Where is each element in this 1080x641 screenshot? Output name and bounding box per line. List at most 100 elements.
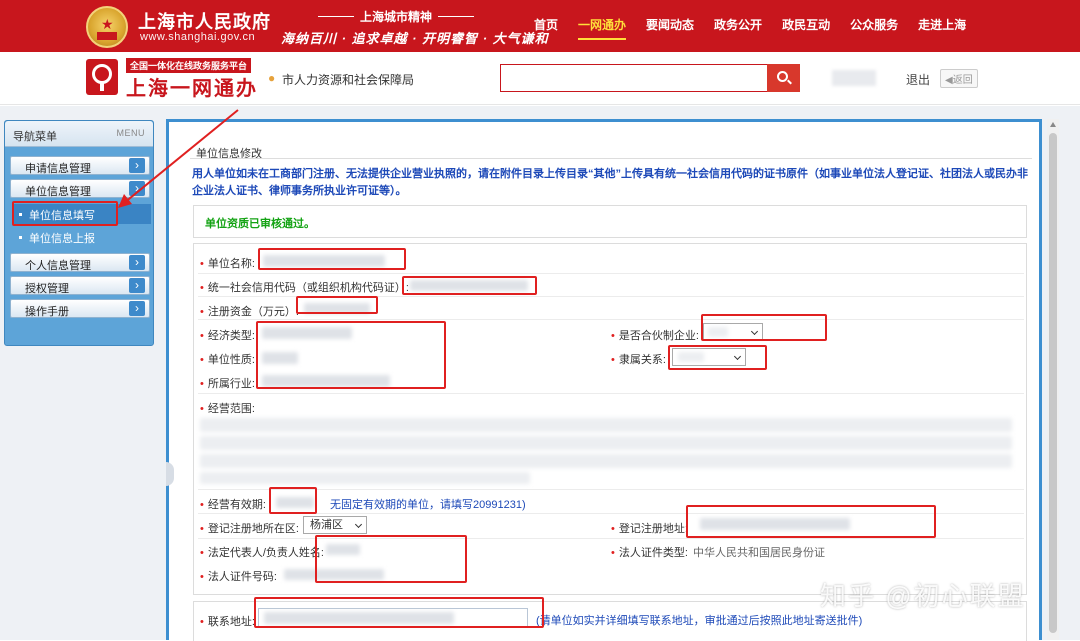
chevron-down-icon	[354, 520, 363, 529]
logout-link[interactable]: 退出	[906, 71, 930, 88]
reg-district-label: • 登记注册地所在区:	[200, 523, 299, 535]
government-emblem-icon: ★	[86, 6, 128, 48]
search-button[interactable]	[767, 64, 800, 92]
annotation-box	[12, 201, 118, 226]
select-value: 杨浦区	[310, 519, 343, 531]
business-scope-redacted	[200, 454, 1012, 468]
annotation-arrow	[118, 109, 239, 208]
valid-period-hint: 无固定有效期的单位，请填写20991231)	[330, 499, 526, 511]
ywtb-logo-icon[interactable]	[86, 59, 118, 95]
annotation-box	[668, 345, 767, 370]
scrollbar-thumb[interactable]	[1049, 133, 1057, 633]
platform-tagline: 全国一体化在线政务服务平台	[126, 58, 252, 73]
annotation-arrow-line	[123, 109, 239, 204]
sidebar-item-label: 申请信息管理	[25, 163, 91, 175]
label-text: 联系地址:	[207, 616, 255, 628]
brand-name[interactable]: 上海一网通办	[126, 72, 258, 101]
sidebar-item-personal-mgmt[interactable]: 个人信息管理 ›	[10, 253, 150, 272]
sidebar-item-label: 授权管理	[25, 283, 69, 295]
row-divider	[198, 393, 1024, 394]
section-divider	[190, 158, 1032, 159]
unit-nature-label: • 单位性质:	[200, 354, 255, 366]
reg-address-label: • 登记注册地址:	[611, 523, 688, 535]
sidebar-title: 导航菜单	[13, 131, 57, 143]
annotation-arrow-head	[118, 194, 132, 208]
annotation-box	[686, 505, 936, 538]
label-text: 法人证件类型:	[618, 547, 688, 559]
label-text: 经营范围:	[207, 403, 255, 415]
chevron-right-icon: ›	[129, 301, 145, 316]
partnership-label: • 是否合伙制企业:	[611, 330, 699, 342]
sidebar-subitem-unit-report[interactable]: 单位信息上报	[13, 227, 151, 247]
bullet-icon	[19, 236, 22, 239]
nav-item-interaction[interactable]: 政民互动	[772, 0, 840, 52]
row-divider	[198, 273, 1024, 274]
user-name-redacted	[832, 70, 876, 86]
label-text: 经营有效期:	[207, 499, 266, 511]
nav-item-public-service[interactable]: 公众服务	[840, 0, 908, 52]
chevron-right-icon: ›	[129, 255, 145, 270]
annotation-box	[315, 535, 467, 583]
nav-item-about-shanghai[interactable]: 走进上海	[908, 0, 976, 52]
business-scope-redacted[interactable]	[200, 418, 1012, 432]
city-spirit-slogan: 海纳百川 · 追求卓越 · 开明睿智 · 大气谦和	[281, 31, 549, 46]
row-divider	[198, 489, 1024, 490]
sidebar-item-label: 个人信息管理	[25, 260, 91, 272]
back-arrow-icon: ◀	[945, 75, 953, 86]
upload-notice: 用人单位如未在工商部门注册、无法提供企业营业执照的，请在附件目录上传目录“其他”…	[192, 168, 1028, 197]
top-nav: 首页 一网通办 要闻动态 政务公开 政民互动 公众服务 走进上海	[524, 0, 976, 52]
annotation-box	[269, 487, 317, 514]
label-text: 单位名称:	[207, 258, 255, 270]
nav-item-ywtb[interactable]: 一网通办	[568, 0, 636, 52]
legal-rep-label: • 法定代表人/负责人姓名:	[200, 547, 324, 559]
back-label: 返回	[952, 75, 973, 86]
business-scope-label: • 经营范围:	[200, 403, 255, 415]
business-scope-redacted	[200, 436, 1012, 450]
contact-address-hint: (请单位如实并详细填写联系地址，审批通过后按照此地址寄送批件)	[536, 615, 863, 627]
sidebar-item-label: 单位信息上报	[29, 233, 95, 245]
label-text: 法定代表人/负责人姓名:	[207, 547, 324, 559]
label-text: 登记注册地址:	[618, 523, 688, 535]
label-text: 隶属关系:	[618, 354, 666, 366]
nav-item-gov-open[interactable]: 政务公开	[704, 0, 772, 52]
sub-header: 全国一体化在线政务服务平台 上海一网通办 ● 市人力资源和社会保障局 退出 ◀返…	[0, 52, 1080, 105]
sidebar-item-authorization[interactable]: 授权管理 ›	[10, 276, 150, 295]
label-text: 所属行业:	[207, 378, 255, 390]
nav-item-home[interactable]: 首页	[524, 0, 568, 52]
scroll-up-icon[interactable]	[1050, 122, 1056, 127]
annotation-box	[402, 276, 537, 295]
label-text: 注册资金（万元）:	[207, 306, 299, 318]
business-scope-redacted	[200, 472, 530, 484]
gov-url: www.shanghai.gov.cn	[140, 31, 256, 43]
nav-item-news[interactable]: 要闻动态	[636, 0, 704, 52]
back-button[interactable]: ◀返回	[940, 69, 978, 88]
legal-id-no-label: • 法人证件号码:	[200, 571, 277, 583]
label-text: 单位性质:	[207, 354, 255, 366]
credit-code-label: • 统一社会信用代码（或组织机构代码证）:	[200, 282, 409, 294]
registered-capital-label: • 注册资金（万元）:	[200, 306, 299, 318]
chevron-right-icon: ›	[129, 278, 145, 293]
city-spirit-title: 上海城市精神	[318, 8, 474, 25]
label-text: 经济类型:	[207, 330, 255, 342]
label-text: 是否合伙制企业:	[618, 330, 699, 342]
status-panel: 单位资质已审核通过。	[193, 205, 1027, 238]
location-pin-icon: ●	[268, 71, 276, 85]
reg-district-select[interactable]: 杨浦区	[303, 516, 367, 534]
search-input[interactable]	[500, 64, 768, 92]
legal-id-type-value: 中华人民共和国居民身份证	[693, 547, 825, 559]
unit-name-label: • 单位名称:	[200, 258, 255, 270]
affiliation-label: • 隶属关系:	[611, 354, 666, 366]
label-text: 登记注册地所在区:	[207, 523, 299, 535]
page-scrollbar[interactable]	[1047, 119, 1059, 640]
industry-label: • 所属行业:	[200, 378, 255, 390]
annotation-box	[258, 248, 406, 270]
top-header: ★ 上海市人民政府 www.shanghai.gov.cn 上海城市精神 海纳百…	[0, 0, 1080, 52]
sidebar-item-label: 操作手册	[25, 306, 69, 318]
watermark: 知乎 @初心联盟	[820, 581, 1026, 611]
annotation-box	[296, 296, 378, 314]
sidebar-item-label: 单位信息管理	[25, 186, 91, 198]
sidebar-item-manual[interactable]: 操作手册 ›	[10, 299, 150, 318]
label-text: 统一社会信用代码（或组织机构代码证）:	[207, 282, 409, 294]
economic-type-label: • 经济类型:	[200, 330, 255, 342]
label-text: 法人证件号码:	[207, 571, 277, 583]
